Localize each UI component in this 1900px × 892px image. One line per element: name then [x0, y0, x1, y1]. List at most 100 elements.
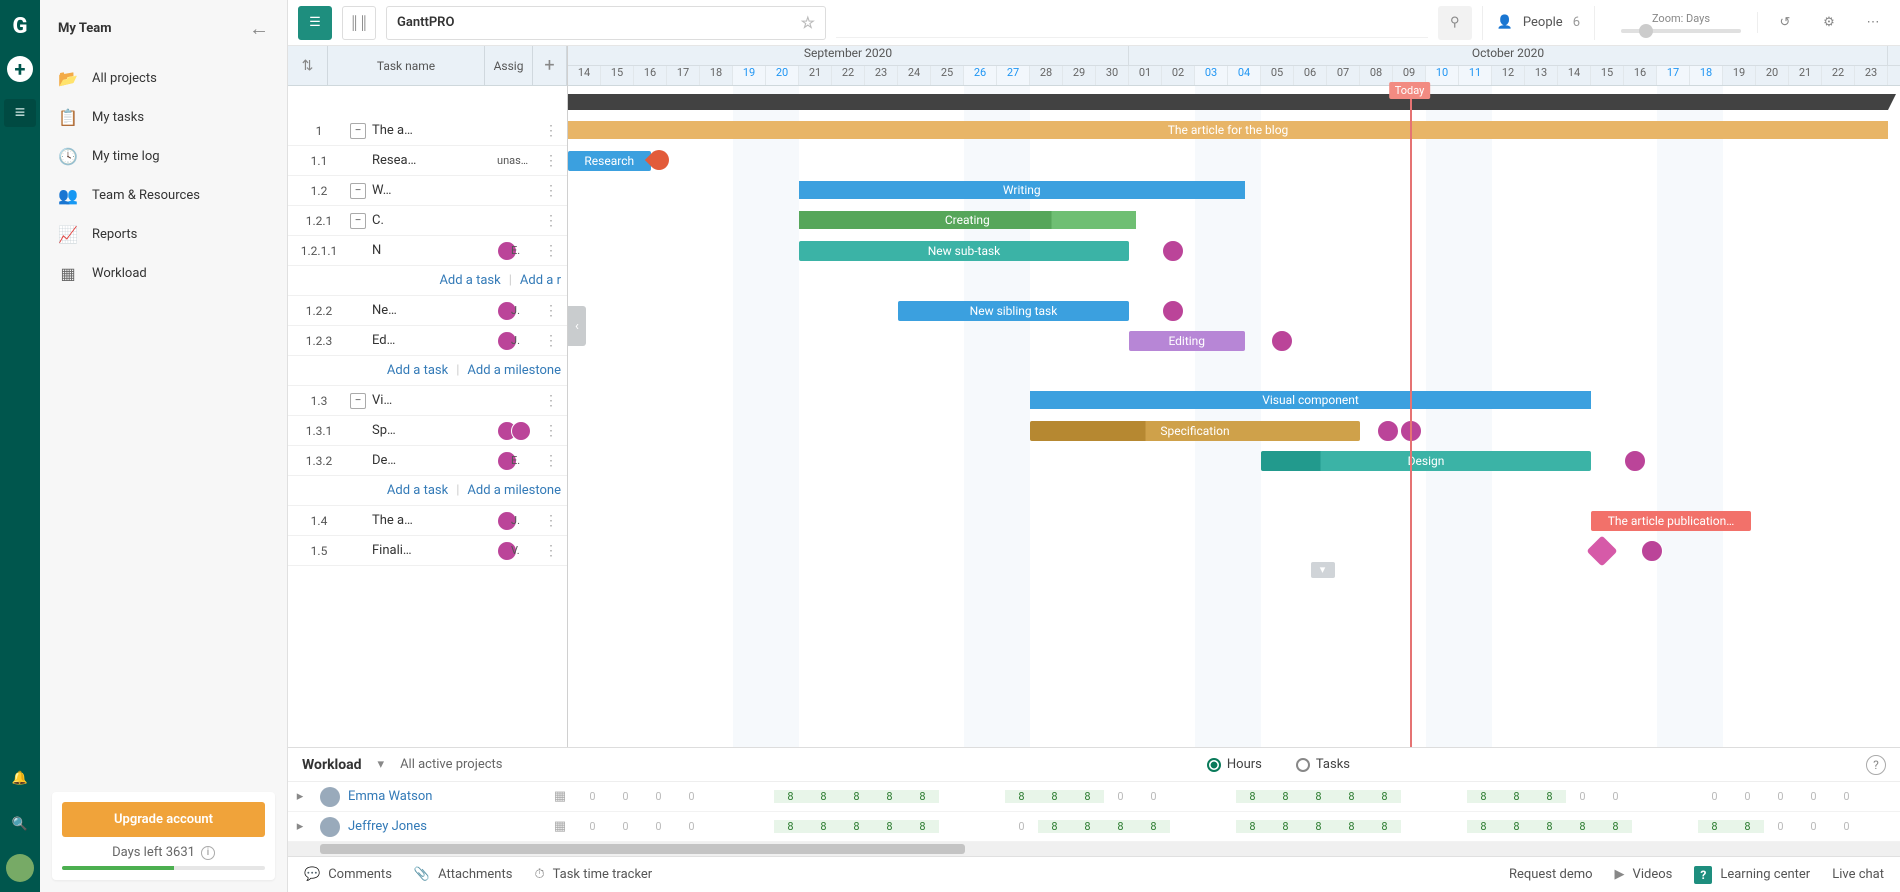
workload-cell[interactable]: 8 [840, 790, 873, 803]
expand-toggle[interactable]: − [350, 393, 366, 409]
workload-cell[interactable]: 8 [807, 820, 840, 833]
day-header[interactable]: 18 [700, 66, 733, 85]
task-row[interactable]: 1.5 Finali… V. ⋮ [288, 536, 567, 566]
history-icon[interactable]: ↺ [1768, 6, 1802, 40]
workload-cell[interactable]: 8 [1566, 820, 1599, 833]
time-tracker-button[interactable]: ⏱Task time tracker [534, 867, 652, 882]
day-header[interactable]: 12 [1492, 66, 1525, 85]
workload-cell[interactable]: 8 [1269, 820, 1302, 833]
info-icon[interactable]: i [201, 846, 215, 860]
menu-button[interactable]: ≡ [4, 99, 36, 127]
day-header[interactable]: 03 [1195, 66, 1228, 85]
workload-cell[interactable]: 0 [1698, 790, 1731, 803]
row-more-icon[interactable]: ⋮ [541, 543, 561, 559]
user-avatar[interactable] [6, 854, 34, 882]
day-header[interactable]: 26 [964, 66, 997, 85]
day-header[interactable]: 20 [1756, 66, 1789, 85]
workload-cell[interactable] [1632, 820, 1665, 833]
workload-cell[interactable]: 8 [873, 820, 906, 833]
workload-cell[interactable]: 8 [1599, 820, 1632, 833]
workload-cell[interactable]: 0 [1104, 790, 1137, 803]
day-header[interactable]: 22 [832, 66, 865, 85]
day-header[interactable]: 06 [1294, 66, 1327, 85]
day-header[interactable]: 16 [1624, 66, 1657, 85]
project-name-field[interactable]: GanttPRO ☆ [386, 6, 826, 40]
task-name-cell[interactable]: The a… [372, 123, 497, 138]
day-header[interactable]: 15 [601, 66, 634, 85]
project-summary-bar[interactable] [568, 94, 1888, 110]
day-header[interactable]: 25 [931, 66, 964, 85]
workload-cell[interactable] [1434, 820, 1467, 833]
settings-icon[interactable]: ⚙ [1812, 6, 1846, 40]
bar-assignee-avatar[interactable] [1271, 330, 1293, 352]
comments-button[interactable]: 💬Comments [304, 867, 392, 882]
workload-cell[interactable]: 8 [1698, 820, 1731, 833]
horizontal-scrollbar[interactable] [288, 842, 1900, 856]
task-name-cell[interactable]: C. [372, 213, 497, 228]
workload-cell[interactable]: 0 [1797, 820, 1830, 833]
gantt-bar[interactable]: New sub-task [799, 241, 1129, 261]
workload-cell[interactable]: 0 [576, 790, 609, 803]
gantt-bar[interactable]: Research [568, 151, 651, 171]
workload-cell[interactable]: 8 [1071, 790, 1104, 803]
workload-cell[interactable]: 8 [1302, 820, 1335, 833]
assignee-cell[interactable]: unas… [497, 154, 541, 167]
task-row[interactable]: 1.2.3 Ed… J. ⋮ [288, 326, 567, 356]
workload-cell[interactable]: 8 [1500, 820, 1533, 833]
bar-assignee-avatar[interactable] [1624, 450, 1646, 472]
task-row[interactable]: 1.3 − Vi… ⋮ [288, 386, 567, 416]
sidebar-item-0[interactable]: 📂 All projects [48, 59, 279, 98]
assignee-cell[interactable]: E. [497, 241, 541, 261]
workload-person-name[interactable]: Emma Watson [348, 789, 548, 804]
workload-cell[interactable]: 8 [1038, 820, 1071, 833]
workload-cell[interactable]: 0 [1731, 790, 1764, 803]
assignee-avatar[interactable] [511, 421, 531, 441]
workload-cell[interactable]: 0 [1830, 790, 1863, 803]
workload-avatar[interactable] [320, 787, 340, 807]
add-milestone-link[interactable]: Add a r [520, 273, 561, 288]
workload-cell[interactable]: 0 [1797, 790, 1830, 803]
sidebar-item-4[interactable]: 📈 Reports [48, 215, 279, 254]
workload-cell[interactable]: 8 [1071, 820, 1104, 833]
workload-cell[interactable] [939, 820, 972, 833]
workload-cell[interactable] [1401, 820, 1434, 833]
expand-toggle[interactable]: − [350, 123, 366, 139]
row-more-icon[interactable]: ⋮ [541, 393, 561, 409]
workload-cell[interactable]: 0 [1137, 790, 1170, 803]
gantt-bar[interactable]: The article for the blog [568, 121, 1888, 139]
workload-cell[interactable] [1203, 790, 1236, 803]
workload-dropdown-icon[interactable]: ▾ [378, 757, 385, 772]
gantt-bar[interactable]: Editing [1129, 331, 1245, 351]
task-row[interactable]: 1.1 Resea… unas… ⋮ [288, 146, 567, 176]
workload-cell[interactable]: 0 [642, 790, 675, 803]
row-more-icon[interactable]: ⋮ [541, 213, 561, 229]
day-header[interactable]: 10 [1426, 66, 1459, 85]
add-milestone-link[interactable]: Add a milestone [467, 363, 561, 378]
add-milestone-link[interactable]: Add a milestone [467, 483, 561, 498]
gantt-bar[interactable]: Specification [1030, 421, 1360, 441]
workload-cell[interactable]: 8 [1368, 790, 1401, 803]
day-header[interactable]: 17 [1657, 66, 1690, 85]
workload-cell[interactable]: 0 [1764, 820, 1797, 833]
workload-cell[interactable] [972, 790, 1005, 803]
workload-avatar[interactable] [320, 817, 340, 837]
row-more-icon[interactable]: ⋮ [541, 183, 561, 199]
day-header[interactable]: 20 [766, 66, 799, 85]
calendar-icon[interactable]: ▦ [548, 819, 572, 834]
assignee-cell[interactable] [497, 421, 541, 441]
people-button[interactable]: 👤 People 6 [1482, 6, 1595, 40]
workload-cell[interactable]: 0 [576, 820, 609, 833]
add-task-link[interactable]: Add a task [387, 363, 448, 378]
workload-cell[interactable]: 8 [1236, 790, 1269, 803]
workload-cell[interactable] [1665, 790, 1698, 803]
workload-cell[interactable]: 8 [774, 790, 807, 803]
task-row[interactable]: 1 − The a… ⋮ [288, 116, 567, 146]
assignee-cell[interactable]: E. [497, 451, 541, 471]
workload-cell[interactable]: 0 [609, 820, 642, 833]
expand-toggle[interactable]: − [350, 183, 366, 199]
favorite-icon[interactable]: ☆ [801, 13, 815, 32]
task-row[interactable]: 1.4 The a… J. ⋮ [288, 506, 567, 536]
upgrade-button[interactable]: Upgrade account [62, 802, 265, 837]
task-name-cell[interactable]: De… [372, 453, 497, 468]
day-header[interactable]: 14 [568, 66, 601, 85]
